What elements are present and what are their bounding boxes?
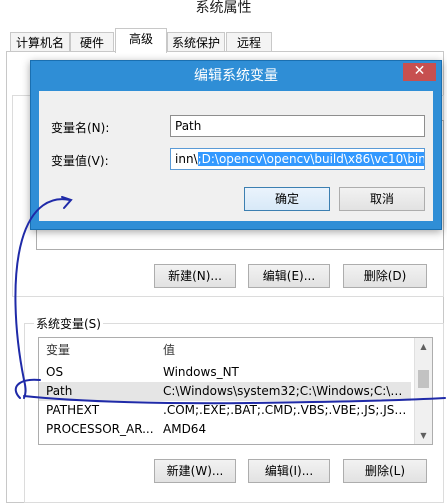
scroll-thumb[interactable] (418, 370, 429, 388)
system-edit-button[interactable]: 编辑(I)... (248, 459, 330, 483)
value-text: inn\ (175, 152, 198, 166)
tab-bar: 计算机名 硬件 高级 系统保护 远程 (0, 28, 447, 53)
user-edit-button[interactable]: 编辑(E)... (248, 264, 330, 288)
row-variable: PATHEXT (46, 403, 100, 417)
edit-system-variable-dialog: 编辑系统变量 ✕ 变量名(N): Path 变量值(V): inn\;D:\op… (30, 60, 442, 230)
value-selected-text: ;D:\opencv\opencv\build\x86\vc10\bin (197, 152, 425, 166)
system-delete-button[interactable]: 删除(L) (343, 459, 427, 483)
variable-name-label: 变量名(N): (51, 121, 110, 135)
window-title: 系统属性 (0, 0, 447, 28)
dialog-title: 编辑系统变量 (194, 68, 278, 84)
row-variable: Path (46, 384, 73, 398)
variable-value-label: 变量值(V): (51, 154, 109, 168)
scroll-down-arrow-icon[interactable]: ▼ (415, 427, 432, 444)
row-variable: OS (46, 365, 64, 379)
row-variable: PROCESSOR_AR... (46, 422, 154, 436)
close-icon[interactable]: ✕ (403, 63, 436, 81)
tab-computer-name[interactable]: 计算机名 (10, 32, 70, 52)
table-row[interactable]: PATHEXT .COM;.EXE;.BAT;.CMD;.VBS;.VBE;.J… (39, 401, 411, 420)
row-value: Windows_NT (163, 365, 239, 379)
system-new-button[interactable]: 新建(W)... (154, 459, 236, 483)
column-header-variable[interactable]: 变量 (46, 338, 70, 362)
variable-name-field[interactable]: Path (170, 115, 425, 137)
ok-button[interactable]: 确定 (244, 187, 330, 211)
cancel-button[interactable]: 取消 (339, 187, 425, 211)
tab-advanced[interactable]: 高级 (115, 28, 167, 53)
scroll-up-arrow-icon[interactable]: ▲ (415, 338, 432, 355)
tab-hardware[interactable]: 硬件 (70, 32, 114, 52)
table-row[interactable]: PROCESSOR_AR... AMD64 (39, 420, 411, 439)
system-variables-list[interactable]: 变量 值 OS Windows_NT Path C:\Windows\syste… (38, 337, 433, 445)
variable-value-field[interactable]: inn\;D:\opencv\opencv\build\x86\vc10\bin (170, 148, 425, 170)
system-variables-label: 系统变量(S) (34, 315, 103, 332)
row-value: AMD64 (163, 422, 207, 436)
row-value: .COM;.EXE;.BAT;.CMD;.VBS;.VBE;.JS;.JSE;.… (163, 403, 409, 417)
table-row-selected[interactable]: Path C:\Windows\system32;C:\Windows;C:\W… (39, 382, 411, 401)
tab-remote[interactable]: 远程 (226, 32, 272, 52)
vertical-scrollbar[interactable]: ▲ ▼ (414, 338, 432, 444)
column-header-value[interactable]: 值 (163, 338, 175, 362)
row-value: C:\Windows\system32;C:\Windows;C:\Wi... (163, 384, 409, 398)
table-row[interactable]: OS Windows_NT (39, 363, 411, 382)
user-new-button[interactable]: 新建(N)... (154, 264, 236, 288)
dialog-body: 变量名(N): Path 变量值(V): inn\;D:\opencv\open… (39, 91, 433, 221)
user-delete-button[interactable]: 删除(D) (343, 264, 427, 288)
tab-system-protection[interactable]: 系统保护 (167, 32, 225, 52)
